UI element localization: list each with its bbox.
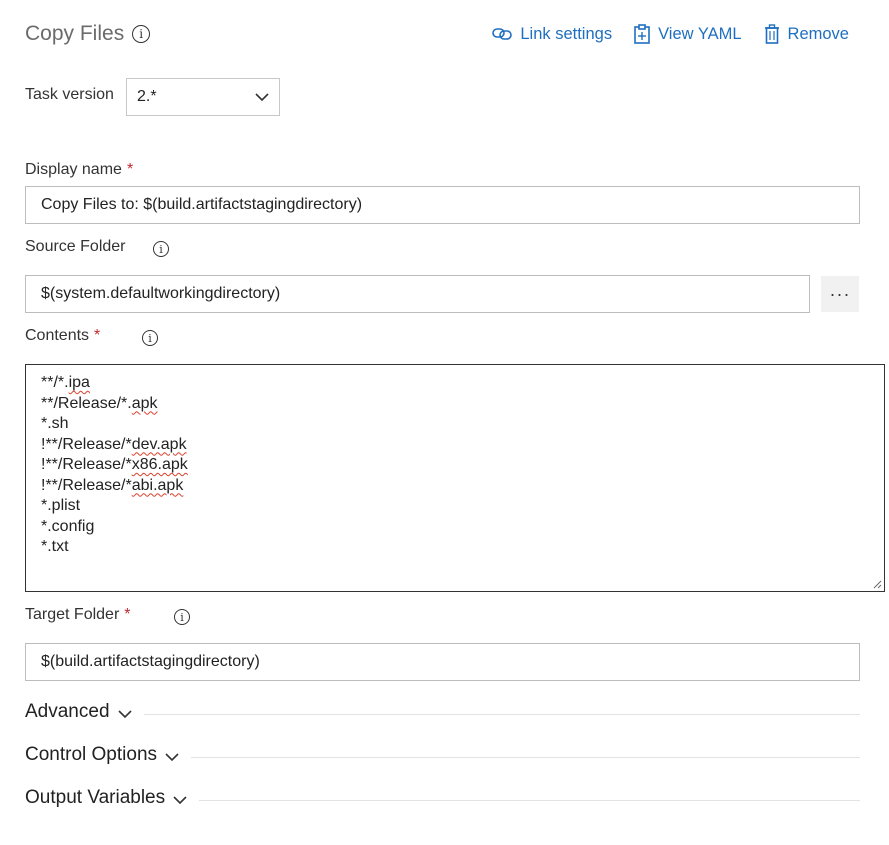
task-version-select[interactable]: 2.* [126,78,280,116]
task-version-label: Task version [25,86,114,104]
browse-button[interactable]: ··· [821,276,859,312]
task-version-label-text: Task version [25,86,114,103]
target-folder-label-text: Target Folder [25,606,120,623]
contents-line: *.plist [41,496,869,517]
control-options-section-label: Control Options [25,744,158,765]
contents-line-text: !**/Release/* [41,476,132,494]
contents-line-text: *.txt [41,538,69,555]
display-name-label-text: Display name [25,161,122,178]
contents-line: !**/Release/*abi.apk [41,476,869,497]
contents-line: *.txt [41,537,869,558]
contents-label: Contents * [25,327,100,345]
chevron-down-icon [165,752,179,761]
display-name-value: Copy Files to: $(build.artifactstagingdi… [41,196,363,213]
ellipsis-icon: ··· [829,283,851,304]
advanced-section-toggle[interactable]: Advanced [25,701,860,723]
output-variables-section-toggle[interactable]: Output Variables [25,787,860,809]
chevron-down-icon [255,92,269,101]
source-folder-field[interactable]: $(system.defaultworkingdirectory) [25,275,810,313]
contents-line: **/Release/*.apk [41,394,869,415]
target-folder-label: Target Folder * [25,606,131,624]
target-folder-info-icon[interactable]: i [174,609,190,625]
link-settings-label: Link settings [520,24,613,43]
contents-line: !**/Release/*dev.apk [41,435,869,456]
required-marker: * [126,161,134,178]
source-folder-value: $(system.defaultworkingdirectory) [41,285,281,302]
advanced-section-label: Advanced [25,701,110,722]
view-yaml-label: View YAML [658,24,742,43]
required-marker: * [94,327,101,344]
contents-line: !**/Release/*x86.apk [41,455,869,476]
contents-line: *.config [41,517,869,538]
contents-line-misspelled-text: ipa [68,374,90,391]
contents-line-text: !**/Release/* [41,435,132,453]
source-folder-info-icon[interactable]: i [153,241,169,257]
chevron-down-icon [173,795,187,804]
copy-files-task-panel: Copy Files i Link settings View YAML Rem… [0,0,889,845]
contents-line: **/*.ipa [41,373,869,394]
link-settings-button[interactable]: Link settings [492,25,612,44]
target-folder-field[interactable]: $(build.artifactstagingdirectory) [25,643,860,681]
contents-line-misspelled-text: abi.apk [131,476,184,494]
section-divider [143,713,860,715]
remove-label: Remove [787,24,849,43]
target-folder-value: $(build.artifactstagingdirectory) [41,653,260,670]
source-folder-label-text: Source Folder [25,238,126,255]
task-version-value: 2.* [137,88,157,105]
contents-line-text: **/Release/*. [41,394,132,412]
task-title-text: Copy Files [25,22,125,45]
remove-button[interactable]: Remove [764,24,849,44]
contents-textarea[interactable]: **/*.ipa **/Release/*.apk *.sh !**/Release/… [25,364,885,592]
task-title: Copy Files i [25,22,151,46]
contents-line-text: *.config [41,517,95,535]
trash-icon [764,24,779,44]
contents-line-misspelled-text: dev.apk [131,435,187,453]
header-actions: Link settings View YAML Remove [492,24,849,44]
required-marker: * [124,606,131,623]
contents-line-text: !**/Release/* [41,456,132,473]
display-name-label: Display name * [25,161,133,179]
contents-lines: **/*.ipa **/Release/*.apk *.sh !**/Release/… [41,373,869,558]
output-variables-section-label: Output Variables [25,787,166,808]
contents-line-misspelled-text: x86.apk [131,456,188,473]
display-name-field[interactable]: Copy Files to: $(build.artifactstagingdi… [25,186,860,224]
contents-line-text: **/*. [41,374,69,391]
resize-handle-icon[interactable] [872,579,882,589]
contents-line-misspelled-text: apk [131,394,158,412]
link-icon [492,28,513,40]
source-folder-label: Source Folder [25,238,126,256]
section-divider [199,799,860,801]
contents-label-text: Contents [25,327,90,344]
section-divider [191,756,860,758]
clipboard-icon [634,24,650,44]
info-icon[interactable]: i [132,25,151,43]
contents-info-icon[interactable]: i [142,330,158,346]
control-options-section-toggle[interactable]: Control Options [25,744,860,766]
contents-line-text: *.sh [41,415,69,432]
chevron-down-icon [117,709,132,718]
contents-line-text: *.plist [41,497,81,514]
view-yaml-button[interactable]: View YAML [634,24,742,44]
contents-line: *.sh [41,414,869,435]
